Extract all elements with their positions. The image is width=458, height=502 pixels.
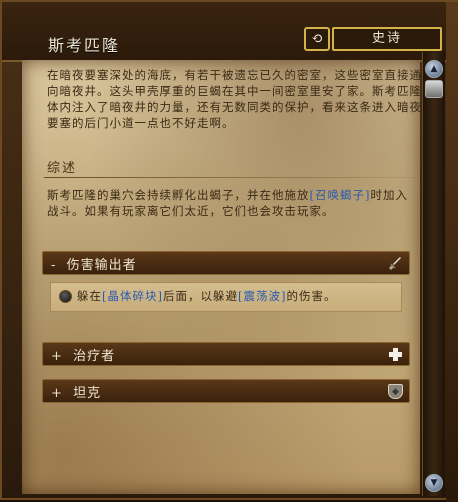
tank-expand-toggle[interactable]: +	[51, 386, 63, 401]
tank-role-label: + 坦克	[51, 382, 101, 401]
overview-text-before: 斯考匹隆的巢穴会持续孵化出蝎子，并在他施放	[47, 188, 310, 202]
crystalline-shard-spell-link[interactable]: [晶体碎块]	[102, 289, 163, 303]
reset-button[interactable]: ⟲	[304, 27, 330, 51]
boss-title: 斯考匹隆	[48, 36, 121, 55]
scroll-thumb[interactable]	[425, 80, 443, 98]
sword-icon	[388, 256, 403, 271]
dps-tip-entry: 躲在[晶体碎块]后面，以躲避[震荡波]的伤害。	[50, 282, 402, 312]
dps-tip-middle: 后面，以躲避	[162, 289, 238, 303]
shield-icon: ◆	[388, 384, 403, 399]
dps-role-text: 伤害输出者	[66, 258, 137, 273]
dps-tip-before: 躲在	[77, 289, 102, 303]
shockwave-spell-link[interactable]: [震荡波]	[238, 289, 286, 303]
boss-description: 在暗夜要塞深处的海底，有若干被遗忘已久的密室，这些密室直接通向暗夜井。这头甲壳厚…	[47, 68, 422, 130]
content-scrollbar[interactable]: ▲ ▼	[422, 52, 445, 496]
tank-role-header[interactable]: + 坦克 ◆	[42, 379, 410, 403]
dps-role-header[interactable]: - 伤害输出者	[42, 251, 410, 275]
healer-role-label: + 治疗者	[51, 345, 115, 364]
bullet-icon	[59, 290, 72, 303]
healer-role-header[interactable]: + 治疗者	[42, 342, 410, 366]
journal-header: 斯考匹隆 ⟲ 史诗	[2, 2, 458, 62]
dps-tip-after: 的伤害。	[286, 289, 337, 303]
healer-expand-toggle[interactable]: +	[51, 349, 63, 364]
summon-scorpions-spell-link[interactable]: [召唤蝎子]	[310, 188, 371, 202]
encounter-journal-window: 斯考匹隆 ⟲ 史诗 在暗夜要塞深处的海底，有若干被遗忘已久的密室，这些密室直接通…	[0, 0, 458, 502]
healer-role-text: 治疗者	[73, 349, 116, 364]
overview-text: 斯考匹隆的巢穴会持续孵化出蝎子，并在他施放[召唤蝎子]时加入战斗。如果有玩家离它…	[47, 187, 417, 219]
dps-collapse-toggle[interactable]: -	[51, 258, 56, 273]
scroll-down-icon[interactable]: ▼	[425, 474, 443, 492]
dps-tip-text: 躲在[晶体碎块]后面，以躲避[震荡波]的伤害。	[77, 288, 336, 304]
difficulty-dropdown[interactable]: 史诗	[332, 27, 442, 51]
dps-role-label: - 伤害输出者	[51, 254, 137, 273]
plus-icon	[388, 347, 403, 362]
overview-heading: 综述	[47, 161, 78, 176]
tank-role-text: 坦克	[73, 386, 102, 401]
overview-divider	[44, 177, 416, 178]
scroll-up-icon[interactable]: ▲	[425, 60, 443, 78]
encounter-content-panel: 在暗夜要塞深处的海底，有若干被遗忘已久的密室，这些密室直接通向暗夜井。这头甲壳厚…	[22, 60, 422, 494]
frame-right-edge	[446, 2, 458, 502]
